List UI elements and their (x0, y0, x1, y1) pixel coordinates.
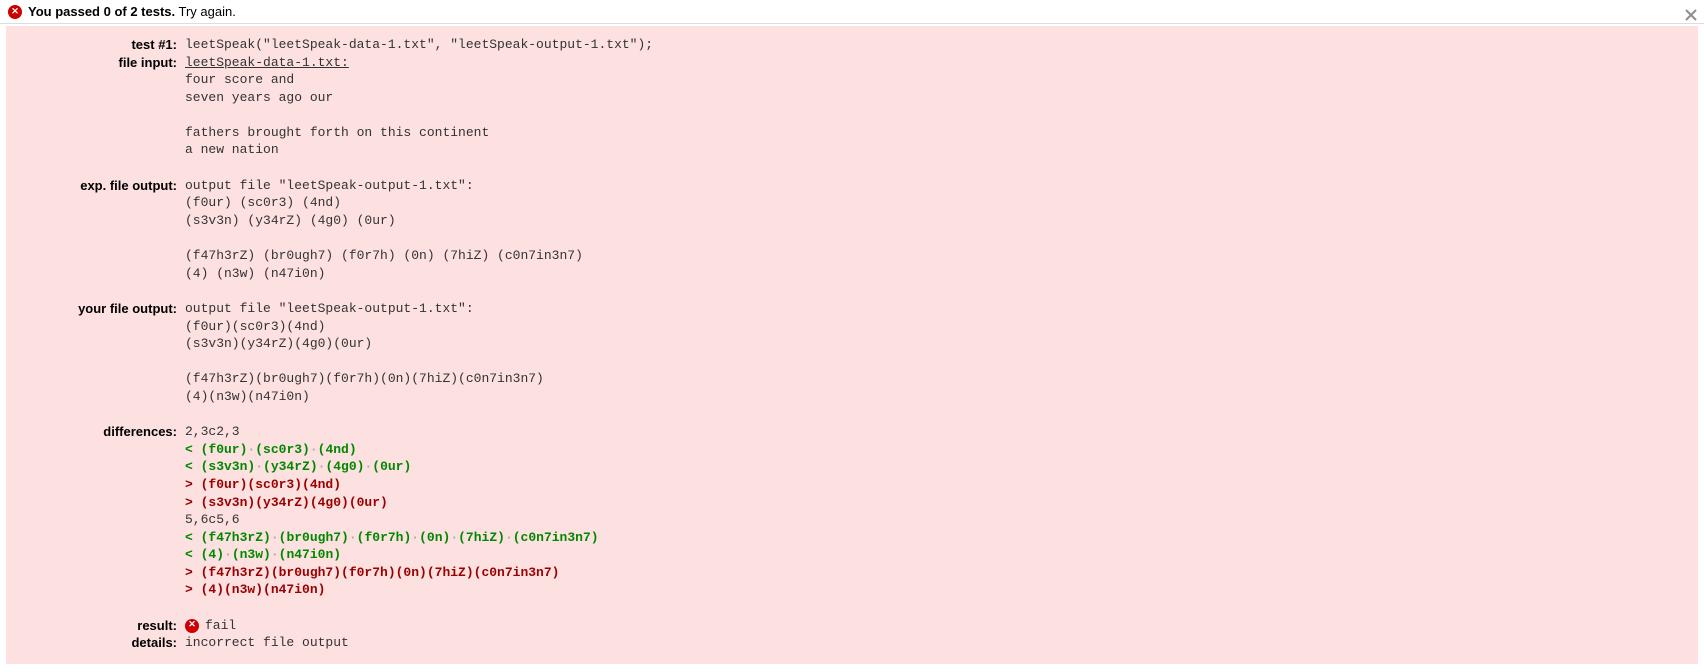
row-your-output: your file output: output file "leetSpeak… (22, 300, 1682, 405)
row-result: result: fail (22, 617, 1682, 635)
result-text: fail (205, 617, 236, 635)
your-output-content: (f0ur)(sc0r3)(4nd) (s3v3n)(y34rZ)(4g0)(0… (185, 319, 544, 404)
value-file-input: leetSpeak-data-1.txt: four score and sev… (185, 54, 1682, 159)
value-result: fail (185, 617, 1682, 635)
close-icon[interactable] (1684, 8, 1698, 22)
row-details: details: incorrect file output (22, 634, 1682, 652)
value-differences: 2,3c2,3 < (f0ur)·(sc0r3)·(4nd) < (s3v3n)… (185, 423, 1682, 598)
status-bold: You passed 0 of 2 tests. (28, 4, 175, 19)
label-test: test #1: (22, 36, 185, 54)
exp-output-header: output file "leetSpeak-output-1.txt": (185, 178, 474, 193)
label-differences: differences: (22, 423, 185, 441)
label-file-input: file input: (22, 54, 185, 72)
row-file-input: file input: leetSpeak-data-1.txt: four s… (22, 54, 1682, 159)
file-input-link[interactable]: leetSpeak-data-1.txt: (185, 55, 349, 70)
test-panel: test #1: leetSpeak("leetSpeak-data-1.txt… (6, 26, 1698, 664)
status-header: You passed 0 of 2 tests. Try again. (0, 0, 1704, 24)
value-exp-output: output file "leetSpeak-output-1.txt": (f… (185, 177, 1682, 282)
label-your-output: your file output: (22, 300, 185, 318)
value-your-output: output file "leetSpeak-output-1.txt": (f… (185, 300, 1682, 405)
error-icon (8, 5, 22, 19)
label-result: result: (22, 617, 185, 635)
status-rest: Try again. (175, 4, 236, 19)
file-input-content: four score and seven years ago our fathe… (185, 72, 489, 157)
row-differences: differences: 2,3c2,3 < (f0ur)·(sc0r3)·(4… (22, 423, 1682, 598)
status-message: You passed 0 of 2 tests. Try again. (28, 4, 236, 19)
label-details: details: (22, 634, 185, 652)
value-test-call: leetSpeak("leetSpeak-data-1.txt", "leetS… (185, 36, 1682, 54)
row-test-call: test #1: leetSpeak("leetSpeak-data-1.txt… (22, 36, 1682, 54)
row-exp-output: exp. file output: output file "leetSpeak… (22, 177, 1682, 282)
label-exp-output: exp. file output: (22, 177, 185, 195)
value-details: incorrect file output (185, 634, 1682, 652)
exp-output-content: (f0ur) (sc0r3) (4nd) (s3v3n) (y34rZ) (4g… (185, 195, 583, 280)
your-output-header: output file "leetSpeak-output-1.txt": (185, 301, 474, 316)
